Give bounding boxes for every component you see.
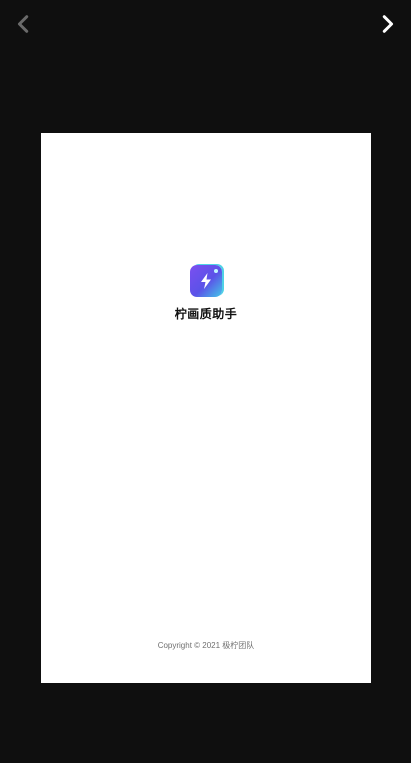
chevron-right-icon [382,15,394,33]
image-viewer: 柠画质助手 Copyright © 2021 极柠团队 [0,0,411,763]
app-branding: 柠画质助手 [41,265,371,322]
app-name: 柠画质助手 [174,307,238,321]
lightning-bolt-icon [201,273,211,289]
previous-image-button[interactable] [8,8,40,40]
logo-dot [214,269,218,273]
splash-screen-preview: 柠画质助手 Copyright © 2021 极柠团队 [41,133,371,683]
app-logo [190,265,222,297]
next-image-button[interactable] [371,8,403,40]
copyright-text: Copyright © 2021 极柠团队 [157,641,255,650]
chevron-left-icon [17,15,29,33]
